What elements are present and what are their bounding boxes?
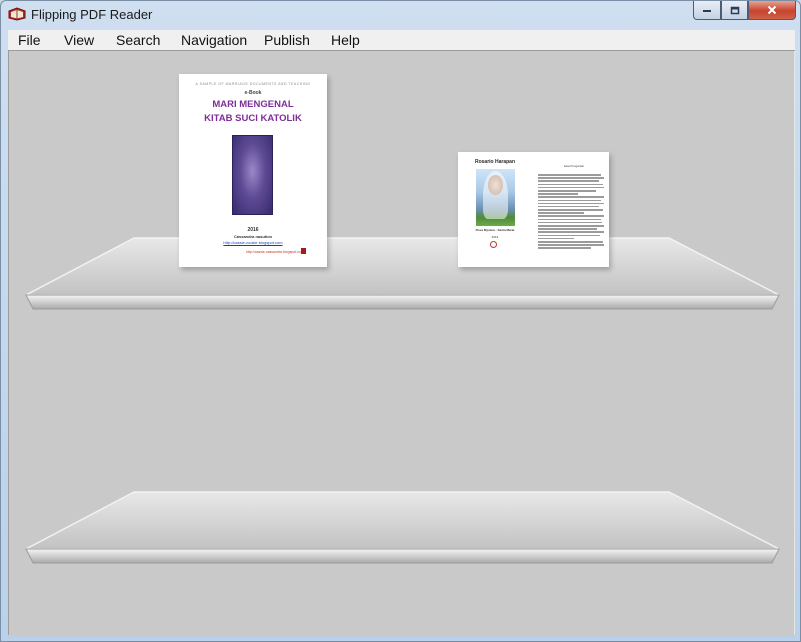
book-logo — [301, 248, 306, 254]
menu-search[interactable]: Search — [116, 32, 160, 48]
app-window: Flipping PDF Reader File View Search Nav… — [0, 0, 801, 642]
praying-hands-image — [232, 135, 273, 215]
book-year: 2014 — [491, 235, 499, 239]
book-title-line1: MARI MENGENAL — [212, 99, 294, 110]
menu-file[interactable]: File — [18, 32, 41, 48]
glass-shelf-bottom — [25, 491, 780, 564]
maximize-button[interactable] — [721, 1, 748, 20]
book-caption: Rosa Mystica - Santa Maria — [475, 228, 515, 232]
book-title: Rosario Harapan — [474, 159, 515, 165]
book-mari-mengenal[interactable]: A SAMPLE OF MARRIAGE DOCUMENTS AND TEACH… — [179, 74, 327, 267]
book-link: http://cassie-cookie.blogspot.com — [223, 240, 283, 245]
book-text-block — [538, 174, 604, 252]
maximize-icon — [730, 6, 739, 14]
close-icon — [767, 5, 777, 15]
menu-bar: File View Search Navigation Publish Help — [8, 30, 795, 51]
bookshelf-area: A SAMPLE OF MARRIAGE DOCUMENTS AND TEACH… — [8, 51, 795, 635]
minimize-icon — [703, 10, 711, 12]
book-title-line2: KITAB SUCI KATOLIK — [204, 113, 302, 124]
book-rosario-harapan[interactable]: Rosario Harapan kata Pengantar Rosa Myst… — [458, 152, 609, 267]
book-icon — [8, 7, 26, 21]
close-button[interactable] — [748, 1, 796, 20]
book-footer-link: http://cassie-cassandra.blogspot.com — [246, 250, 304, 254]
book-year: 2016 — [247, 227, 259, 233]
title-bar[interactable]: Flipping PDF Reader — [1, 1, 800, 29]
book-author: Cassandra nasution — [233, 234, 273, 239]
menu-help[interactable]: Help — [331, 32, 360, 48]
book-right-title: kata Pengantar — [563, 164, 585, 168]
window-bottom-border — [8, 635, 795, 638]
menu-publish[interactable]: Publish — [264, 32, 310, 48]
book-logo — [490, 241, 497, 248]
menu-view[interactable]: View — [64, 32, 94, 48]
glass-shelf-top — [25, 237, 780, 310]
menu-navigation[interactable]: Navigation — [181, 32, 247, 48]
minimize-button[interactable] — [693, 1, 721, 20]
virgin-mary-image — [476, 169, 515, 226]
book-label: e-Book — [244, 90, 262, 96]
window-title: Flipping PDF Reader — [31, 7, 153, 22]
book-header: A SAMPLE OF MARRIAGE DOCUMENTS AND TEACH… — [195, 82, 311, 86]
